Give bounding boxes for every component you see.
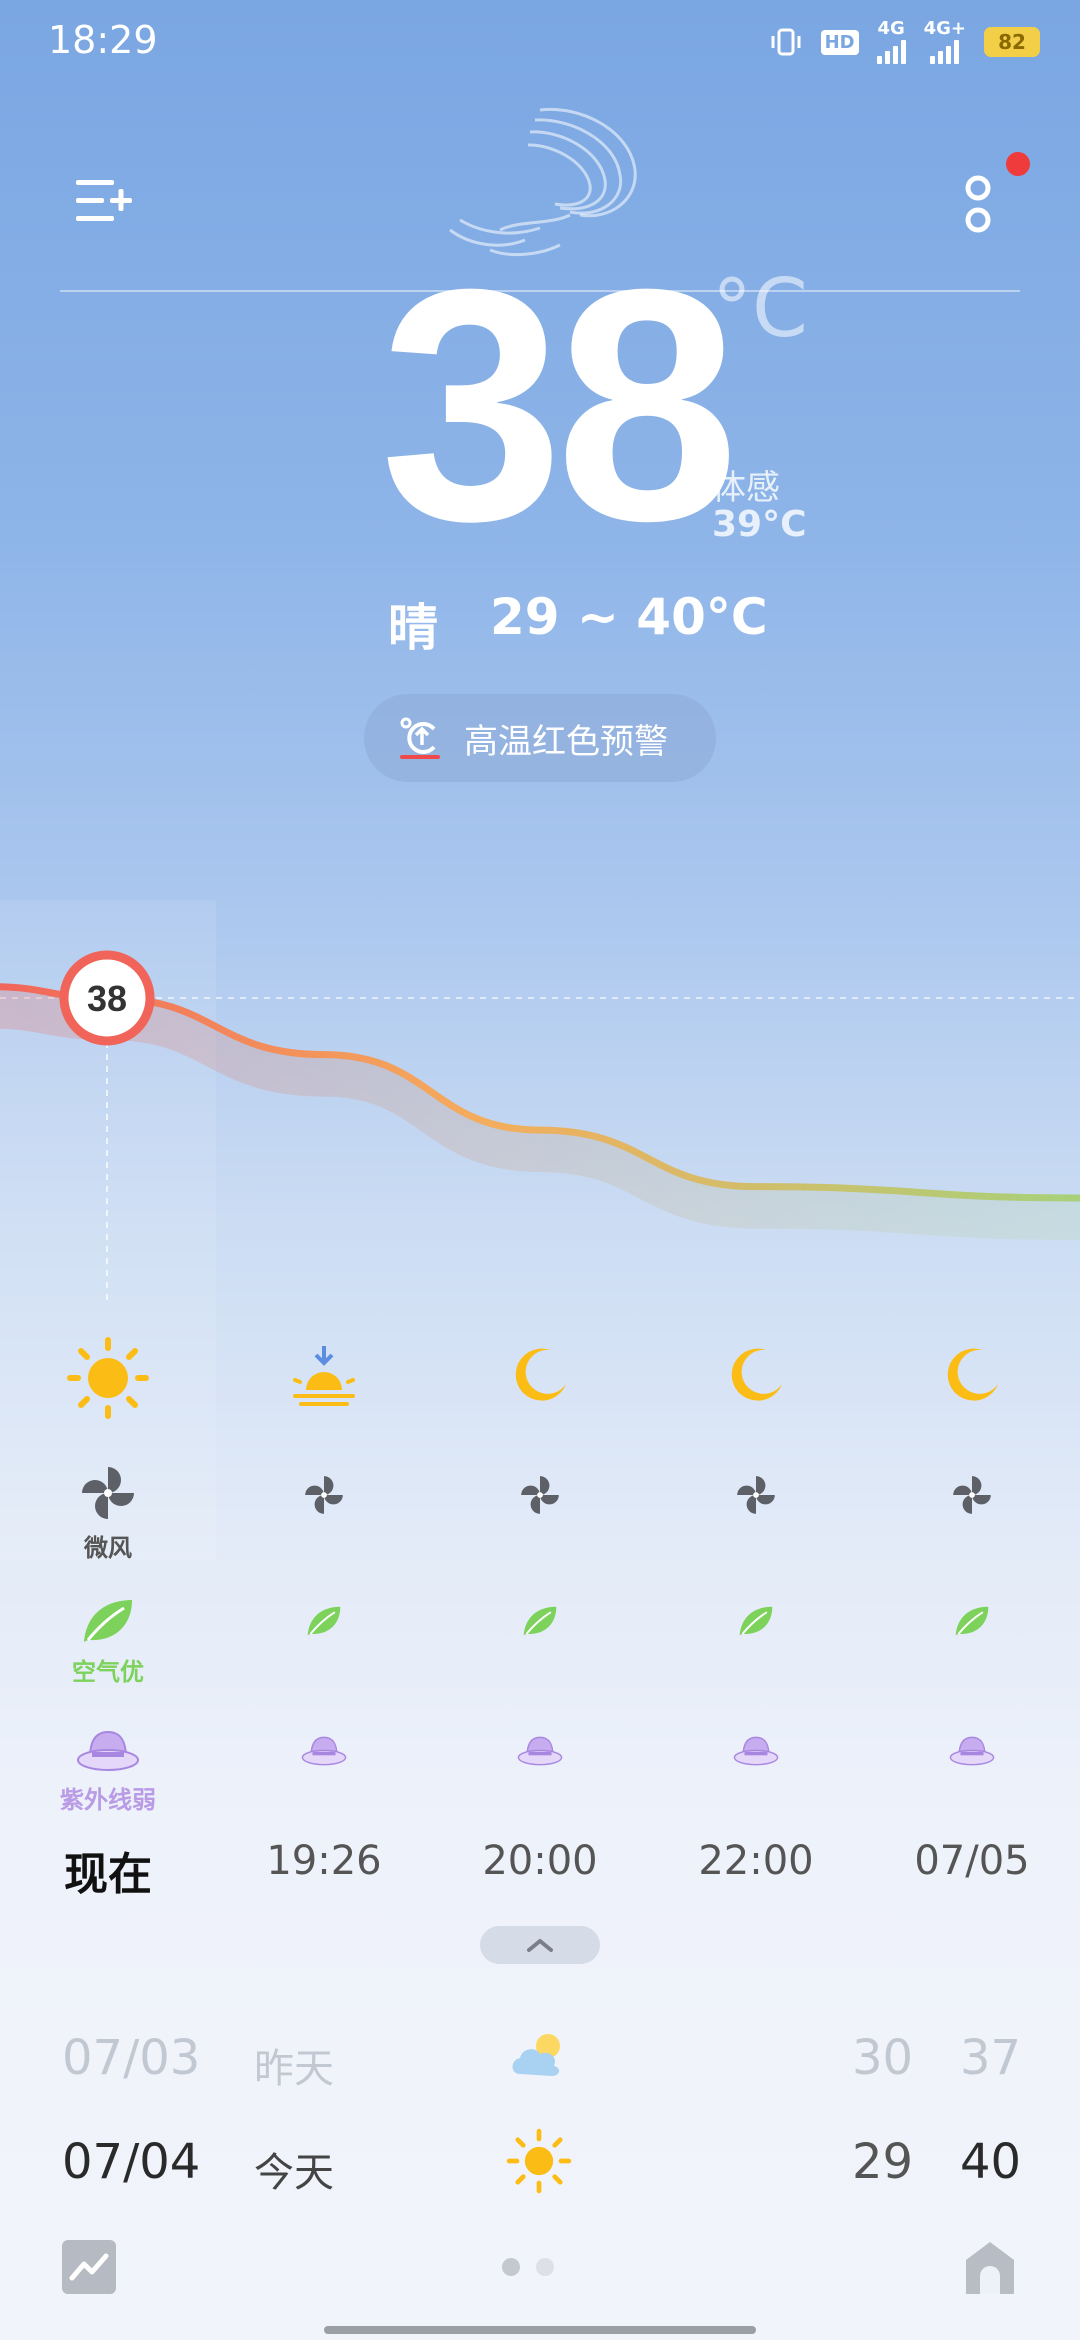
daily-high: 40 xyxy=(960,2134,1022,2190)
leaf-icon xyxy=(523,1606,557,1636)
chevron-up-icon xyxy=(527,1939,553,1952)
network-2: 4G+ xyxy=(924,20,966,64)
hourly-uv-2200 xyxy=(648,1734,864,1768)
temperature-chart: 38 xyxy=(0,950,1080,1300)
sun-hat-icon xyxy=(733,1736,779,1766)
leaf-icon xyxy=(307,1606,341,1636)
leaf-icon xyxy=(739,1606,773,1636)
status-time: 18:29 xyxy=(48,18,158,62)
daily-row-yesterday[interactable]: 07/03 昨天 30 37 xyxy=(0,2030,1080,2110)
current-temp-marker: 38 xyxy=(59,950,155,1046)
sun-hat-icon xyxy=(77,1730,139,1771)
hourly-weather-2200 xyxy=(648,1344,864,1404)
hourly-time-0705: 07/05 xyxy=(914,1838,1030,1884)
hourly-wind-1926 xyxy=(216,1474,432,1516)
hourly-weather-0705 xyxy=(864,1344,1080,1404)
signal-1-icon xyxy=(876,38,906,64)
hourly-weather-2000 xyxy=(432,1344,648,1404)
signal-2-icon xyxy=(930,38,960,64)
more-options-icon[interactable] xyxy=(956,170,1000,240)
battery-icon: 82 xyxy=(984,27,1040,57)
leaf-icon xyxy=(955,1606,989,1636)
hourly-wind-now: 微风 xyxy=(0,1464,216,1563)
network-1: 4G xyxy=(876,18,906,64)
hourly-air-2000 xyxy=(432,1604,648,1638)
network-2-label: 4G+ xyxy=(923,18,966,39)
uv-label: 紫外线弱 xyxy=(60,1786,156,1814)
heat-warning-button[interactable]: 高温红色预警 xyxy=(364,694,716,782)
leaf-icon xyxy=(84,1600,132,1642)
moon-icon xyxy=(731,1348,782,1401)
network-1-label: 4G xyxy=(877,18,905,39)
temperature-unit: °C xyxy=(712,262,808,355)
sun-icon xyxy=(506,2128,572,2194)
vibrate-icon xyxy=(771,28,801,56)
hourly-air-2200 xyxy=(648,1604,864,1638)
hourly-weather-now xyxy=(0,1336,216,1420)
city-list-add-icon[interactable] xyxy=(74,176,134,226)
hourly-wind-2200 xyxy=(648,1474,864,1516)
collapse-button[interactable] xyxy=(480,1926,600,1964)
page-dot-active xyxy=(502,2258,520,2276)
daily-date: 07/03 xyxy=(62,2030,201,2086)
hourly-uv-0705 xyxy=(864,1734,1080,1768)
moon-icon xyxy=(515,1348,566,1401)
wind-fan-icon xyxy=(521,1476,559,1514)
hourly-weather-sunset xyxy=(216,1342,432,1412)
daily-label: 今天 xyxy=(254,2150,334,2196)
sun-hat-icon xyxy=(949,1736,995,1766)
daily-low: 30 xyxy=(852,2030,914,2086)
page-indicator xyxy=(502,2258,554,2276)
page-dot xyxy=(536,2258,554,2276)
notification-dot xyxy=(1006,152,1030,176)
wind-fan-icon xyxy=(737,1476,775,1514)
wind-fan-icon xyxy=(305,1476,343,1514)
hd-badge: HD xyxy=(820,29,859,55)
feels-like-value: 39°C xyxy=(712,504,807,545)
air-quality-label: 空气优 xyxy=(72,1658,144,1686)
daily-date: 07/04 xyxy=(62,2134,201,2190)
partly-cloudy-icon xyxy=(512,2034,560,2076)
condition-text: 晴 xyxy=(388,599,438,657)
hourly-uv-2000 xyxy=(432,1734,648,1768)
hourly-uv-now: 紫外线弱 xyxy=(0,1728,216,1815)
hourly-air-1926 xyxy=(216,1604,432,1638)
daily-low: 29 xyxy=(852,2134,914,2190)
daily-high: 37 xyxy=(960,2030,1022,2086)
hourly-time-2000: 20:00 xyxy=(482,1838,598,1884)
hourly-wind-2000 xyxy=(432,1474,648,1516)
gesture-navigation-bar[interactable] xyxy=(324,2326,756,2334)
hourly-time-1926: 19:26 xyxy=(266,1838,382,1884)
hourly-air-0705 xyxy=(864,1604,1080,1638)
hourly-time-now: 现在 xyxy=(64,1849,152,1900)
hourly-wind-0705 xyxy=(864,1474,1080,1516)
heat-warning-icon xyxy=(400,717,440,759)
hourly-time-2200: 22:00 xyxy=(698,1838,814,1884)
feels-like-label: 体感 xyxy=(712,468,780,508)
battery-level: 82 xyxy=(998,30,1026,54)
wind-fan-icon xyxy=(953,1476,991,1514)
trend-chart-button[interactable] xyxy=(62,2240,116,2294)
sun-hat-icon xyxy=(517,1736,563,1766)
current-temperature: 38 xyxy=(380,220,739,589)
temperature-curve-glow xyxy=(0,988,1080,1240)
hourly-air-now: 空气优 xyxy=(0,1596,216,1687)
hourly-uv-1926 xyxy=(216,1734,432,1768)
condition-row: 晴 29 ~ 40°C xyxy=(388,588,768,660)
sun-hat-icon xyxy=(301,1736,347,1766)
daily-label: 昨天 xyxy=(254,2046,334,2092)
status-icons: HD 4G 4G+ 82 xyxy=(769,20,1040,64)
sunset-icon xyxy=(293,1346,355,1406)
heat-warning-label: 高温红色预警 xyxy=(464,721,668,762)
home-icon[interactable] xyxy=(962,2238,1018,2296)
current-temp-marker-label: 38 xyxy=(87,978,127,1019)
wind-label: 微风 xyxy=(84,1534,132,1562)
wind-fan-icon xyxy=(82,1467,134,1519)
daily-row-today[interactable]: 07/04 今天 29 40 xyxy=(0,2128,1080,2214)
moon-icon xyxy=(947,1348,998,1401)
temperature-range: 29 ~ 40°C xyxy=(490,588,768,646)
sun-icon xyxy=(67,1337,149,1419)
trend-line-icon xyxy=(69,2253,109,2281)
